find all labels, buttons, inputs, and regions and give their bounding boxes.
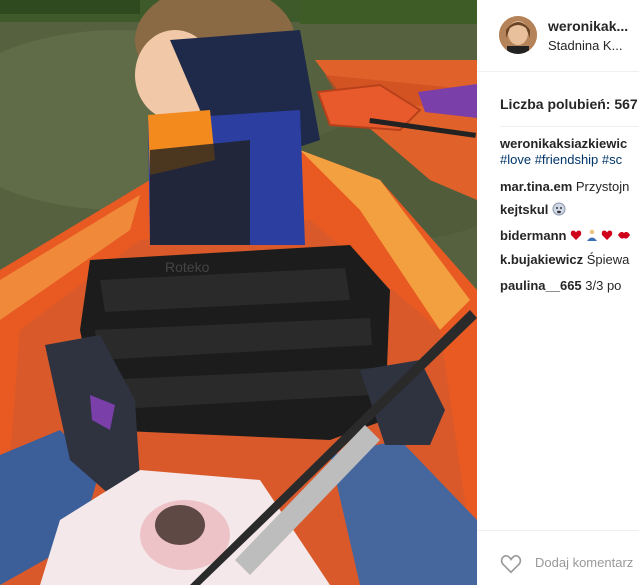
comment-item: mar.tina.em Przystojn <box>500 179 629 194</box>
caption-author-name[interactable]: weronikaksiazkiewic <box>500 136 627 151</box>
kayak-photo-illustration: Roteko <box>0 0 477 585</box>
heart-icon[interactable] <box>500 553 522 575</box>
comment-item: bidermann <box>500 228 631 244</box>
heart-emoji-icon <box>570 229 582 244</box>
avatar[interactable] <box>499 16 537 54</box>
comment-author[interactable]: mar.tina.em <box>500 179 572 194</box>
post-header: weronikak... Stadnina K... <box>477 0 639 72</box>
comment-author[interactable]: bidermann <box>500 228 566 243</box>
comment-item: paulina__665 3/3 po <box>500 278 621 293</box>
lips-emoji-icon <box>617 229 631 244</box>
post-sidebar: weronikak... Stadnina K... Liczba polubi… <box>477 0 639 585</box>
comment-item: k.bujakiewicz Śpiewa <box>500 252 629 267</box>
add-comment-input[interactable]: Dodaj komentarz <box>535 555 633 570</box>
avatar-photo-icon <box>499 16 537 54</box>
person-emoji-icon <box>586 229 598 244</box>
post-photo[interactable]: Roteko <box>0 0 477 585</box>
caption-hashtags[interactable]: #love #friendship #sc <box>500 152 622 167</box>
divider <box>500 126 639 127</box>
post-footer: Dodaj komentarz <box>477 530 639 585</box>
face-emoji-icon <box>552 202 566 219</box>
caption-author: weronikaksiazkiewic <box>500 136 627 151</box>
comment-text: 3/3 po <box>581 278 622 293</box>
comment-item: kejtskul <box>500 202 566 219</box>
heart-emoji-icon <box>601 229 613 244</box>
post-location[interactable]: Stadnina K... <box>548 38 622 53</box>
comment-text: Śpiewa <box>583 252 630 267</box>
post-username[interactable]: weronikak... <box>548 18 628 34</box>
comment-author[interactable]: kejtskul <box>500 202 548 217</box>
comment-author[interactable]: paulina__665 <box>500 278 582 293</box>
likes-count[interactable]: Liczba polubień: 567 <box>500 96 638 112</box>
seat-brand-text: Roteko <box>165 259 210 275</box>
comment-author[interactable]: k.bujakiewicz <box>500 252 583 267</box>
comment-text: Przystojn <box>572 179 630 194</box>
